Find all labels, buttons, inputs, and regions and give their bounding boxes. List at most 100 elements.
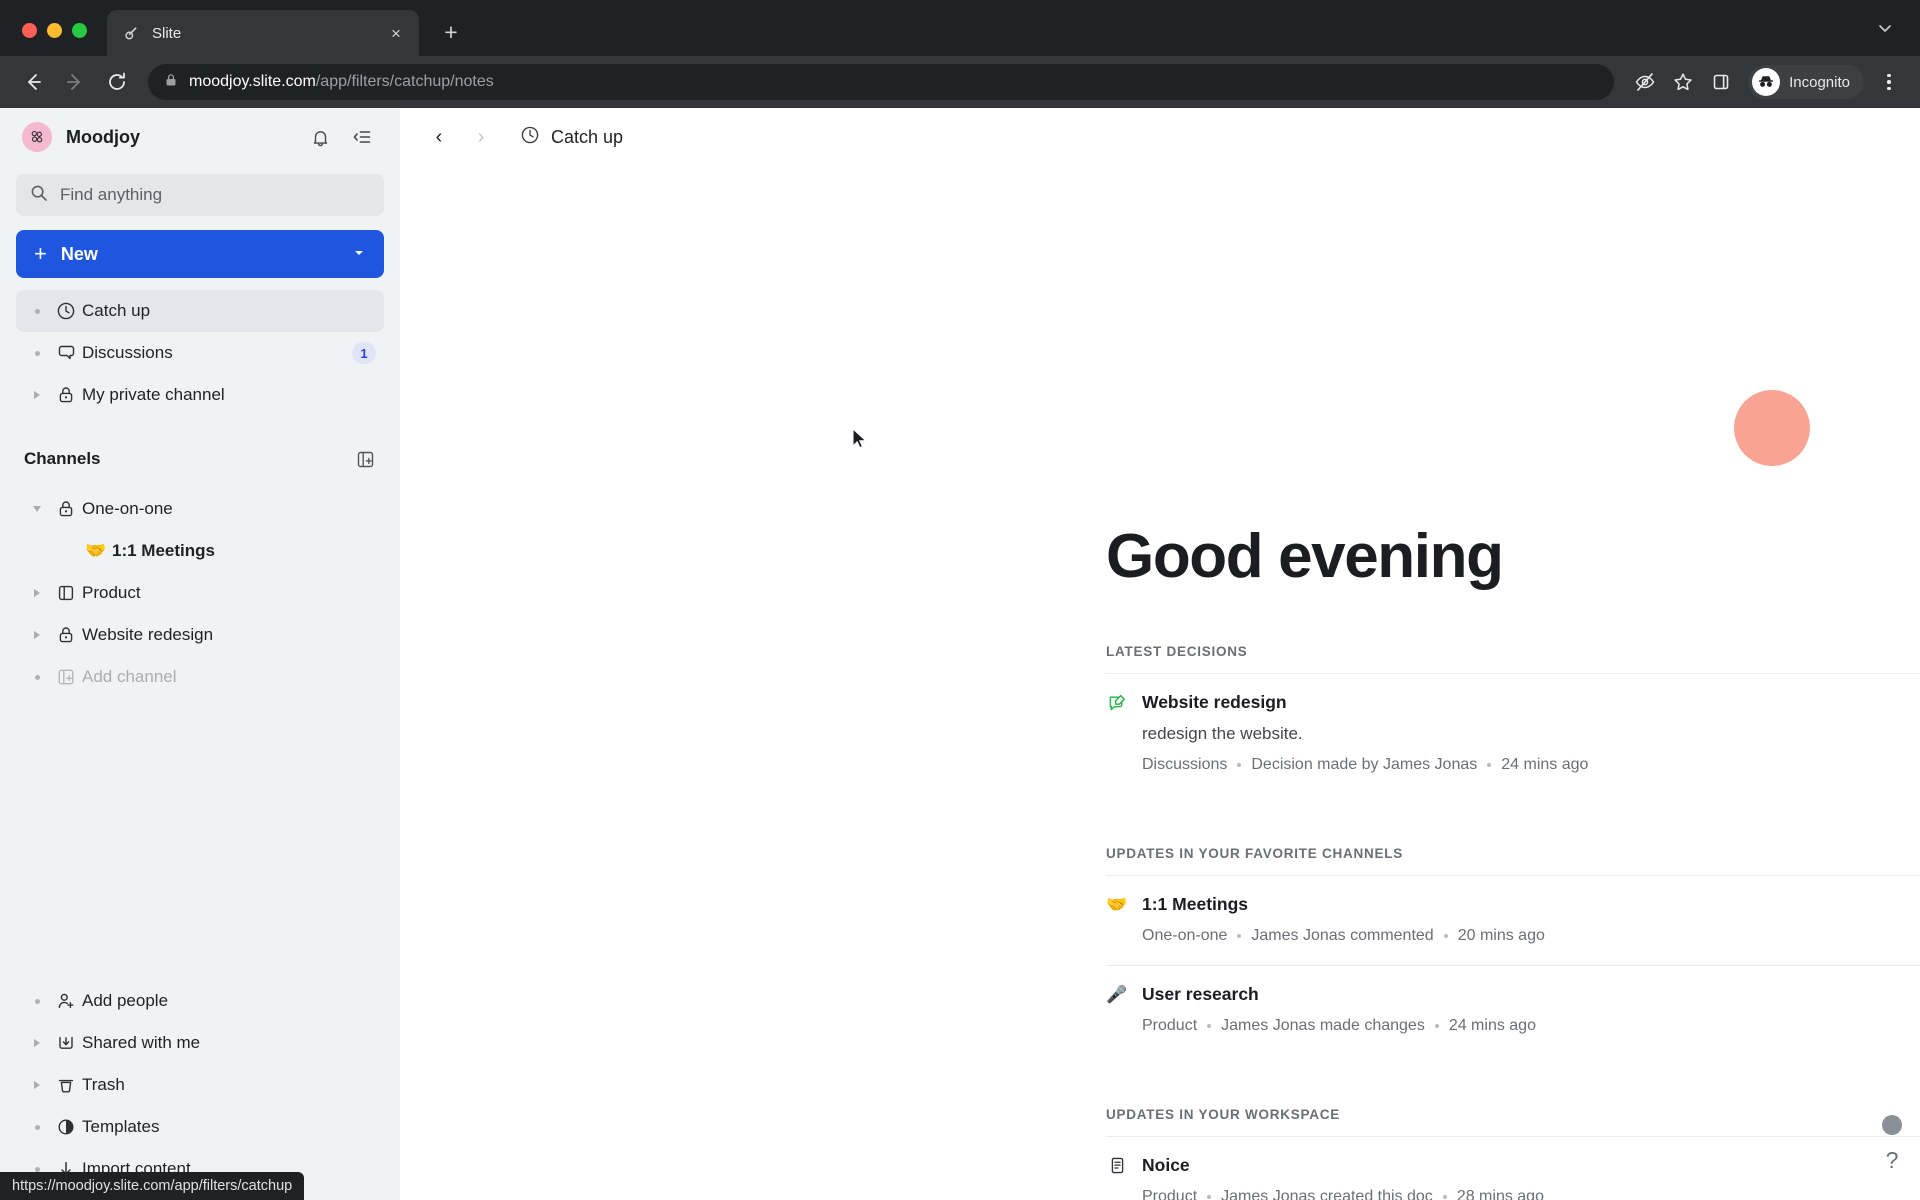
new-button[interactable]: + New — [16, 230, 384, 278]
close-tab-button[interactable]: × — [385, 22, 407, 44]
sidebar-item-label: Website redesign — [82, 625, 214, 644]
feed-row[interactable]: 🎤 User research Product James Jonas made ch… — [1106, 966, 1920, 1055]
main-content: ‹ › Catch up Good evening Latest decisio… — [400, 108, 1920, 1200]
feedback-blob-icon[interactable] — [1882, 1115, 1902, 1135]
browser-tab[interactable]: Slite × — [107, 10, 419, 56]
feed-row-meta-item: 24 mins ago — [1501, 756, 1589, 773]
sidebar-item-label: Catch up — [82, 301, 151, 320]
back-button[interactable] — [14, 63, 52, 101]
close-window-button[interactable] — [22, 23, 37, 38]
sidebar-channel-one-on-one[interactable]: One-on-one — [16, 488, 384, 530]
feed-row-meta-item: 24 mins ago — [1448, 1017, 1536, 1034]
feed-row[interactable]: 🤝 1:1 Meetings One-on-one James Jonas comme… — [1106, 876, 1920, 966]
sidebar-channel-product[interactable]: Product — [16, 572, 384, 614]
expand-toggle-icon[interactable] — [24, 998, 50, 1004]
sidebar-channel-add-channel[interactable]: Add channel — [16, 656, 384, 698]
feed-row-emoji-icon: 🎤 — [1106, 984, 1128, 1004]
sidebar-item-templates[interactable]: Templates — [16, 1106, 384, 1148]
collapse-sidebar-icon[interactable] — [348, 123, 376, 151]
clock-icon — [50, 301, 82, 321]
channels-nav-list: One-on-one 🤝 1:1 Meetings Product Website re… — [0, 488, 400, 698]
forward-button[interactable] — [56, 63, 94, 101]
feed-row-list: 🤝 1:1 Meetings One-on-one James Jonas comme… — [1106, 875, 1920, 1055]
minimize-window-button[interactable] — [47, 23, 62, 38]
feed-row-head: 🤝 1:1 Meetings — [1106, 894, 1920, 915]
expand-toggle-icon[interactable] — [24, 589, 50, 597]
expand-toggle-icon[interactable] — [24, 1124, 50, 1130]
sidebar-item-label: Templates — [82, 1117, 160, 1136]
breadcrumb[interactable]: Catch up — [520, 125, 623, 150]
expand-toggle-icon[interactable] — [24, 674, 50, 680]
profile-incognito-button[interactable]: Incognito — [1748, 65, 1864, 99]
feed-row[interactable]: Noice Product James Jonas created this doc… — [1106, 1137, 1920, 1200]
expand-toggle-icon[interactable] — [24, 1039, 50, 1047]
bottom-nav-list: Add people Shared with me Trash Templates Im… — [0, 980, 400, 1190]
history-back-button[interactable]: ‹ — [422, 120, 456, 154]
unread-badge: 1 — [352, 342, 376, 364]
new-tab-button[interactable]: + — [433, 14, 469, 50]
sidebar-item-label: Add people — [82, 991, 169, 1010]
expand-toggle-icon[interactable] — [24, 308, 50, 314]
feed-row-meta-item: James Jonas commented — [1251, 927, 1434, 944]
feed-section: Updates in your workspace Noice Product Jam… — [1106, 1107, 1920, 1200]
breadcrumb-label: Catch up — [551, 126, 624, 147]
feed-row-head: 🎤 User research — [1106, 984, 1920, 1005]
sidebar-item-shared-with-me[interactable]: Shared with me — [16, 1022, 384, 1064]
sidebar-channel-1-1-meetings[interactable]: 🤝 1:1 Meetings — [16, 530, 384, 572]
maximize-window-button[interactable] — [72, 23, 87, 38]
reload-button[interactable] — [98, 63, 136, 101]
notifications-bell-icon[interactable] — [306, 123, 334, 151]
expand-toggle-icon[interactable] — [24, 1166, 50, 1172]
bookmark-star-icon[interactable] — [1666, 65, 1700, 99]
sidebar-item-my-private-channel[interactable]: My private channel — [16, 374, 384, 416]
sidebar-item-add-people[interactable]: Add people — [16, 980, 384, 1022]
lock-icon — [50, 385, 82, 405]
expand-toggle-icon[interactable] — [24, 631, 50, 639]
page-title: Good evening — [1106, 522, 1504, 591]
meta-separator-dot — [1207, 1195, 1212, 1199]
expand-toggle-icon[interactable] — [24, 350, 50, 356]
url-host: moodjoy.slite.com — [189, 73, 316, 90]
sidebar-item-label: Add channel — [82, 667, 177, 686]
feed-row-meta-item: Product — [1142, 1017, 1198, 1034]
sidebar-channel-website-redesign[interactable]: Website redesign — [16, 614, 384, 656]
browser-tabstrip: Slite × + — [0, 0, 1920, 56]
sidebar-item-discussions[interactable]: Discussions 1 — [16, 332, 384, 374]
doc-icon — [1106, 1156, 1128, 1175]
chevron-down-icon[interactable] — [1876, 24, 1894, 41]
feed-row[interactable]: Website redesign redesign the website. Dis… — [1106, 674, 1920, 794]
status-bar-url: https://moodjoy.slite.com/app/filters/ca… — [12, 1178, 293, 1194]
add-channel-icon[interactable] — [355, 449, 376, 470]
chevron-down-icon[interactable] — [352, 246, 366, 263]
search-input[interactable]: Find anything — [16, 174, 384, 216]
feed-row-meta-item: Decision made by James Jonas — [1251, 756, 1478, 773]
workspace-avatar[interactable] — [22, 122, 52, 152]
history-forward-button[interactable]: › — [464, 120, 498, 154]
help-question-icon[interactable]: ? — [1886, 1147, 1899, 1174]
mouse-cursor — [852, 428, 868, 449]
lock-icon — [50, 499, 82, 519]
sidebar-item-label: Shared with me — [82, 1033, 201, 1052]
sidebar: Moodjoy Find anything + New Catch up Disc… — [0, 108, 400, 1200]
expand-toggle-icon[interactable] — [24, 506, 50, 512]
feed-section: Latest decisions Website redesign redesign… — [1106, 644, 1920, 794]
feed-row-description: redesign the website. — [1142, 724, 1303, 743]
search-icon — [30, 184, 48, 207]
browser-menu-icon[interactable] — [1874, 65, 1904, 99]
address-bar[interactable]: moodjoy.slite.com/app/filters/catchup/no… — [148, 64, 1615, 100]
tab-title: Slite — [152, 24, 182, 42]
chat-icon — [50, 343, 82, 363]
feed-section-title: Latest decisions — [1106, 644, 1248, 659]
sidebar-item-trash[interactable]: Trash — [16, 1064, 384, 1106]
expand-toggle-icon[interactable] — [24, 391, 50, 399]
hero-avatar — [1734, 390, 1810, 466]
sidebar-item-label: Discussions — [82, 343, 173, 362]
side-panel-icon[interactable] — [1704, 65, 1738, 99]
main-topbar: ‹ › Catch up — [400, 108, 1920, 166]
hide-tracking-icon[interactable] — [1628, 65, 1662, 99]
sidebar-item-catch-up[interactable]: Catch up — [16, 290, 384, 332]
url-path: /app/filters/catchup/notes — [315, 73, 494, 90]
catchup-feed: Latest decisions Website redesign redesign… — [1106, 644, 1920, 1200]
feed-row-head: Website redesign — [1106, 692, 1920, 713]
expand-toggle-icon[interactable] — [24, 1081, 50, 1089]
